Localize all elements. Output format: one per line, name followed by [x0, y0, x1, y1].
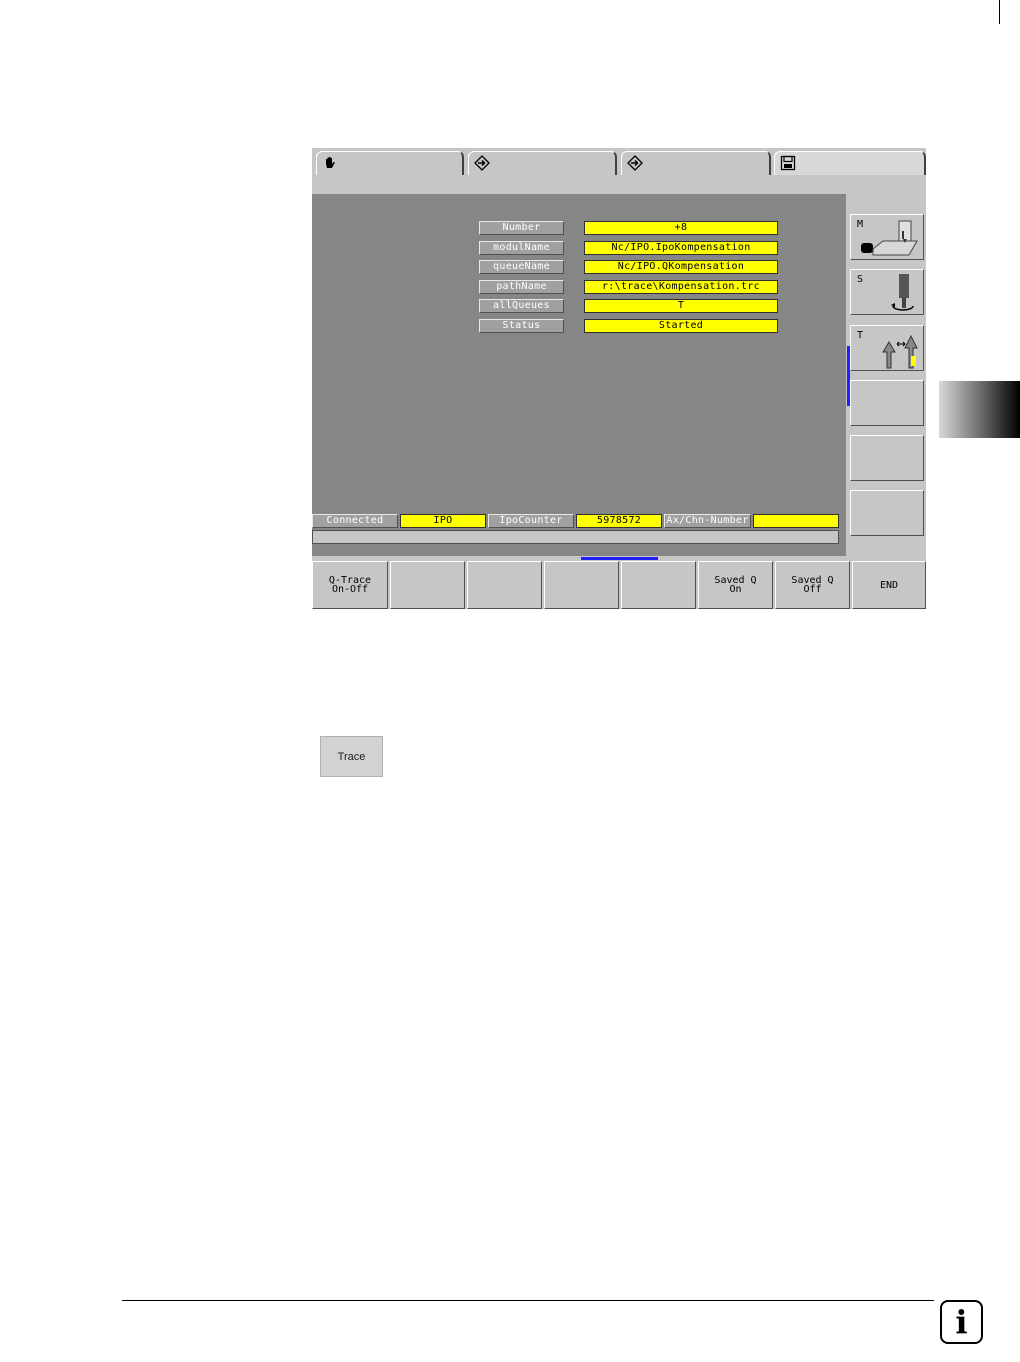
field-value-allqueues[interactable]: T — [584, 299, 778, 313]
softkey-end[interactable]: END — [852, 561, 926, 609]
info-icon: i — [940, 1300, 983, 1344]
field-value-modulname[interactable]: Nc/IPO.IpoKompensation — [584, 241, 778, 255]
floppy-disk-icon — [780, 155, 796, 171]
side-key-4[interactable] — [850, 380, 924, 426]
side-key-t[interactable]: T — [850, 325, 924, 371]
tab-manual[interactable] — [316, 151, 464, 175]
softkey-5[interactable] — [621, 561, 696, 609]
side-key-m[interactable]: M — [850, 214, 924, 260]
program-arrow-icon — [627, 155, 643, 171]
field-label-number: Number — [479, 221, 564, 235]
field-label-queuename: queueName — [479, 260, 564, 274]
field-value-status[interactable]: Started — [584, 319, 778, 333]
softkey-saved-q-on[interactable]: Saved Q On — [698, 561, 773, 609]
softkey-page-indicator — [581, 557, 658, 560]
field-value-number[interactable]: +8 — [584, 221, 778, 235]
status-ipocounter-label: IpoCounter — [488, 514, 574, 528]
status-ipocounter-value: 5978572 — [576, 514, 662, 528]
trace-button[interactable]: Trace — [320, 736, 383, 777]
status-connected: Connected — [312, 514, 398, 528]
program-arrow-icon — [474, 155, 490, 171]
footer-rule — [122, 1300, 934, 1301]
side-key-6[interactable] — [850, 490, 924, 536]
tab-program-run-1[interactable] — [468, 151, 617, 175]
field-value-pathname[interactable]: r:\trace\Kompensation.trc — [584, 280, 778, 294]
hand-icon — [326, 157, 335, 168]
side-key-5[interactable] — [850, 435, 924, 481]
machine-icon — [861, 220, 918, 256]
field-label-pathname: pathName — [479, 280, 564, 294]
tool-icon — [882, 334, 918, 369]
chapter-tab — [939, 381, 1020, 438]
message-line — [312, 530, 839, 544]
side-key-s[interactable]: S — [850, 269, 924, 315]
status-axchn-label: Ax/Chn-Number — [664, 514, 751, 528]
field-label-allqueues: allQueues — [479, 299, 564, 313]
field-label-modulname: modulName — [479, 241, 564, 255]
cnc-screen: Number +8 modulName Nc/IPO.IpoKompensati… — [312, 148, 926, 609]
tab-program-run-2[interactable] — [621, 151, 771, 175]
field-value-queuename[interactable]: Nc/IPO.QKompensation — [584, 260, 778, 274]
softkey-q-trace-on-off[interactable]: Q-Trace On-Off — [312, 561, 388, 609]
trace-data-panel: Number +8 modulName Nc/IPO.IpoKompensati… — [312, 194, 846, 556]
status-ipo: IPO — [400, 514, 486, 528]
softkey-3[interactable] — [467, 561, 542, 609]
softkey-4[interactable] — [544, 561, 619, 609]
tab-file-management[interactable] — [774, 151, 926, 175]
status-axchn-value — [753, 514, 839, 528]
field-label-status: Status — [479, 319, 564, 333]
status-strip — [312, 175, 926, 193]
softkey-2[interactable] — [390, 561, 465, 609]
page-corner-mark — [999, 0, 1000, 24]
softkey-saved-q-off[interactable]: Saved Q Off — [775, 561, 850, 609]
spindle-icon — [891, 274, 914, 311]
